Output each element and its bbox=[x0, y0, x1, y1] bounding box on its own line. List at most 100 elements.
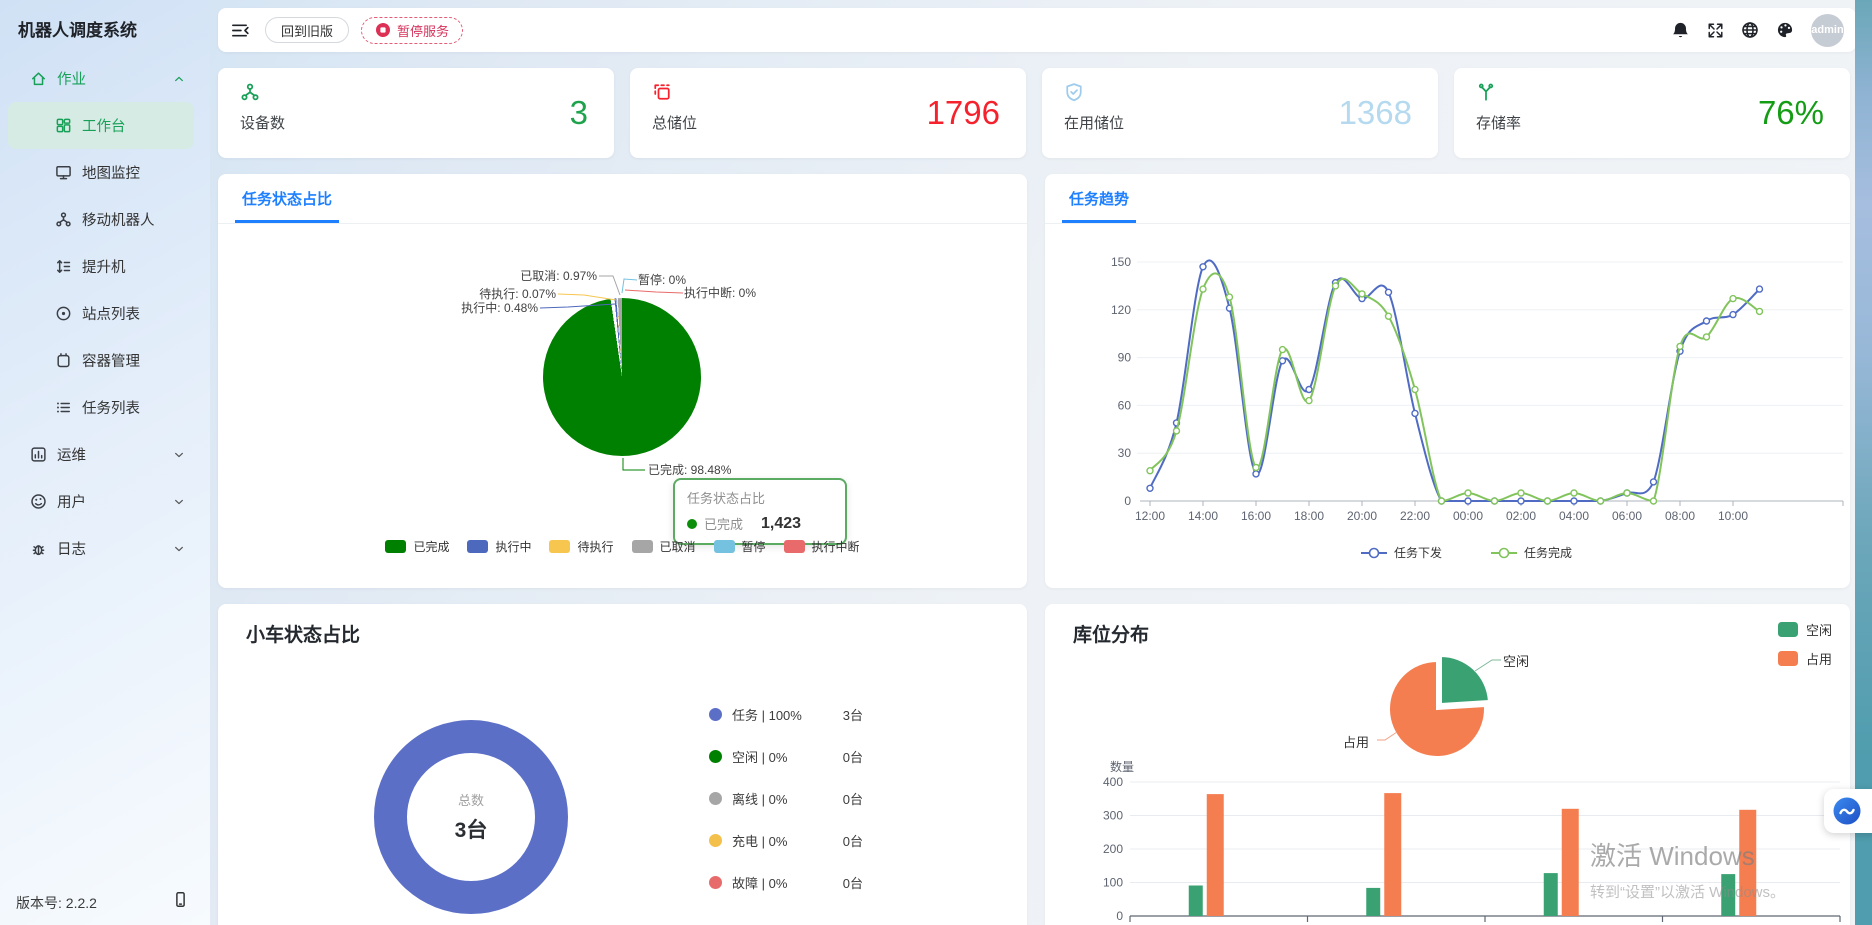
slot-distribution-chart[interactable]: 0100200300400数量 bbox=[1045, 604, 1850, 925]
sidebar-item-log[interactable]: 日志 bbox=[0, 525, 210, 572]
sidebar-item-user[interactable]: 用户 bbox=[0, 478, 210, 525]
copy-icon bbox=[652, 82, 672, 102]
sidebar-item-lifter[interactable]: 提升机 bbox=[0, 243, 210, 290]
sidebar-item-ops[interactable]: 运维 bbox=[0, 431, 210, 478]
svg-text:02:00: 02:00 bbox=[1506, 509, 1536, 523]
app-title: 机器人调度系统 bbox=[0, 0, 210, 41]
home-icon bbox=[30, 70, 47, 87]
pause-service-button[interactable]: 暂停服务 bbox=[361, 17, 463, 44]
sidebar-item-container-manage[interactable]: 容器管理 bbox=[0, 337, 210, 384]
legend-item-2[interactable]: 待执行 bbox=[549, 538, 613, 555]
top-bar: 回到旧版 暂停服务 admin bbox=[218, 8, 1856, 52]
tooltip-series-dot bbox=[687, 519, 697, 529]
sidebar-item-map-monitor[interactable]: 地图监控 bbox=[0, 149, 210, 196]
task-trend-tabs: 任务趋势 bbox=[1045, 174, 1850, 224]
sidebar-item-label: 站点列表 bbox=[82, 303, 140, 324]
sidebar-item-workbench[interactable]: 工作台 bbox=[8, 102, 194, 149]
tooltip-series-name: 已完成 bbox=[704, 514, 743, 533]
stat-card-used-slots: 在用储位1368 bbox=[1042, 68, 1438, 158]
tooltip-title: 任务状态占比 bbox=[687, 488, 833, 507]
log-icon bbox=[30, 540, 47, 557]
legend-dot bbox=[709, 708, 722, 721]
sidebar-item-label: 容器管理 bbox=[82, 350, 140, 371]
cart-status-legend: 任务 | 100%3台空闲 | 0%0台离线 | 0%0台充电 | 0%0台故障… bbox=[709, 707, 863, 917]
legend-swatch bbox=[632, 540, 653, 553]
legend-count: 0台 bbox=[843, 747, 863, 766]
sidebar-item-task-list[interactable]: 任务列表 bbox=[0, 384, 210, 431]
stat-label: 设备数 bbox=[240, 112, 285, 133]
task-trend-card: 任务趋势 030609012015012:0014:0016:0018:0020… bbox=[1045, 174, 1850, 588]
sidebar-menu: 作业工作台地图监控移动机器人提升机站点列表容器管理任务列表运维用户日志 bbox=[0, 55, 210, 572]
pie-label-running: 执行中: 0.48% bbox=[461, 302, 538, 314]
mini-pie-label-occupied: 占用 bbox=[1343, 732, 1369, 751]
legend-label: 任务 | 100% bbox=[732, 705, 802, 724]
sidebar-item-station-list[interactable]: 站点列表 bbox=[0, 290, 210, 337]
legend-swatch bbox=[467, 540, 488, 553]
version-label: 版本号: 2.2.2 bbox=[16, 893, 97, 913]
cart-status-donut[interactable] bbox=[374, 720, 568, 914]
legend-label: 执行中断 bbox=[812, 538, 860, 555]
shield-icon bbox=[1064, 82, 1084, 102]
task-status-tabs: 任务状态占比 bbox=[218, 174, 1027, 224]
cart-status-card: 小车状态占比 总数 3台 任务 | 100%3台空闲 | 0%0台离线 | 0%… bbox=[218, 604, 1027, 925]
sidebar-item-label: 移动机器人 bbox=[82, 209, 155, 230]
notification-bell-icon[interactable] bbox=[1671, 21, 1690, 40]
legend-count: 0台 bbox=[843, 831, 863, 850]
legend-item-5[interactable]: 执行中断 bbox=[784, 538, 860, 555]
sidebar-item-jobs[interactable]: 作业 bbox=[0, 55, 210, 102]
tab-task-trend[interactable]: 任务趋势 bbox=[1062, 188, 1136, 223]
container-icon bbox=[55, 352, 72, 369]
tasks-icon bbox=[55, 399, 72, 416]
legend-item-4[interactable]: 暂停 bbox=[714, 538, 766, 555]
legend-dot bbox=[709, 792, 722, 805]
legend-swatch bbox=[549, 540, 570, 553]
stat-label: 存储率 bbox=[1476, 112, 1521, 133]
svg-text:数量: 数量 bbox=[1110, 759, 1134, 774]
ops-icon bbox=[30, 446, 47, 463]
svg-text:90: 90 bbox=[1118, 351, 1132, 365]
floating-assistant-button[interactable] bbox=[1824, 789, 1872, 833]
avatar[interactable]: admin bbox=[1811, 14, 1844, 47]
cart-legend-item-3[interactable]: 充电 | 0% 0台 bbox=[709, 833, 863, 847]
cart-legend-item-1[interactable]: 空闲 | 0%0台 bbox=[709, 749, 863, 763]
stat-value: 76% bbox=[1758, 94, 1824, 132]
legend-label: 充电 | 0% bbox=[732, 831, 787, 850]
legend-label: 已取消 bbox=[660, 538, 696, 555]
legend-swatch bbox=[784, 540, 805, 553]
legend-label: 离线 | 0% bbox=[732, 789, 787, 808]
pie-label-completed: 已完成: 98.48% bbox=[648, 464, 731, 476]
legend-dot bbox=[709, 876, 722, 889]
mobile-phone-icon[interactable] bbox=[172, 891, 189, 911]
svg-text:22:00: 22:00 bbox=[1400, 509, 1430, 523]
legend-item-3[interactable]: 已取消 bbox=[632, 538, 696, 555]
legend-item-1[interactable]: 执行中 bbox=[467, 538, 531, 555]
task-status-pie[interactable] bbox=[543, 298, 701, 456]
cart-legend-item-4[interactable]: 故障 | 0% 0台 bbox=[709, 875, 863, 889]
task-trend-chart[interactable]: 030609012015012:0014:0016:0018:0020:0022… bbox=[1045, 232, 1850, 584]
sidebar-item-mobile-robot[interactable]: 移动机器人 bbox=[0, 196, 210, 243]
legend-item-0[interactable]: 已完成 bbox=[385, 538, 449, 555]
legend-count: 0台 bbox=[843, 873, 863, 892]
legend-label: 故障 | 0% bbox=[732, 873, 787, 892]
sidebar-item-label: 日志 bbox=[57, 538, 86, 559]
stat-label: 总储位 bbox=[652, 112, 697, 133]
cart-legend-item-2[interactable]: 离线 | 0%0台 bbox=[709, 791, 863, 805]
svg-text:任务完成: 任务完成 bbox=[1524, 545, 1572, 560]
tab-task-status[interactable]: 任务状态占比 bbox=[235, 188, 339, 223]
chevron-down-icon bbox=[172, 448, 186, 462]
svg-text:16:00: 16:00 bbox=[1241, 509, 1271, 523]
language-globe-icon[interactable] bbox=[1741, 21, 1759, 39]
svg-text:00:00: 00:00 bbox=[1453, 509, 1483, 523]
svg-text:06:00: 06:00 bbox=[1612, 509, 1642, 523]
legend-label: 待执行 bbox=[577, 538, 613, 555]
collapse-menu-icon[interactable] bbox=[230, 21, 249, 40]
right-scrollbar[interactable] bbox=[1855, 0, 1872, 925]
theme-palette-icon[interactable] bbox=[1776, 21, 1794, 39]
svg-text:30: 30 bbox=[1118, 446, 1132, 460]
task-status-legend: 已完成 执行中 待执行 已取消 暂停 执行中断 bbox=[218, 538, 1027, 555]
back-to-old-button[interactable]: 回到旧版 bbox=[265, 17, 349, 43]
version-bar: 版本号: 2.2.2 bbox=[16, 893, 196, 913]
cart-legend-item-0[interactable]: 任务 | 100%3台 bbox=[709, 707, 863, 721]
lift-icon bbox=[55, 258, 72, 275]
fullscreen-icon[interactable] bbox=[1707, 22, 1724, 39]
